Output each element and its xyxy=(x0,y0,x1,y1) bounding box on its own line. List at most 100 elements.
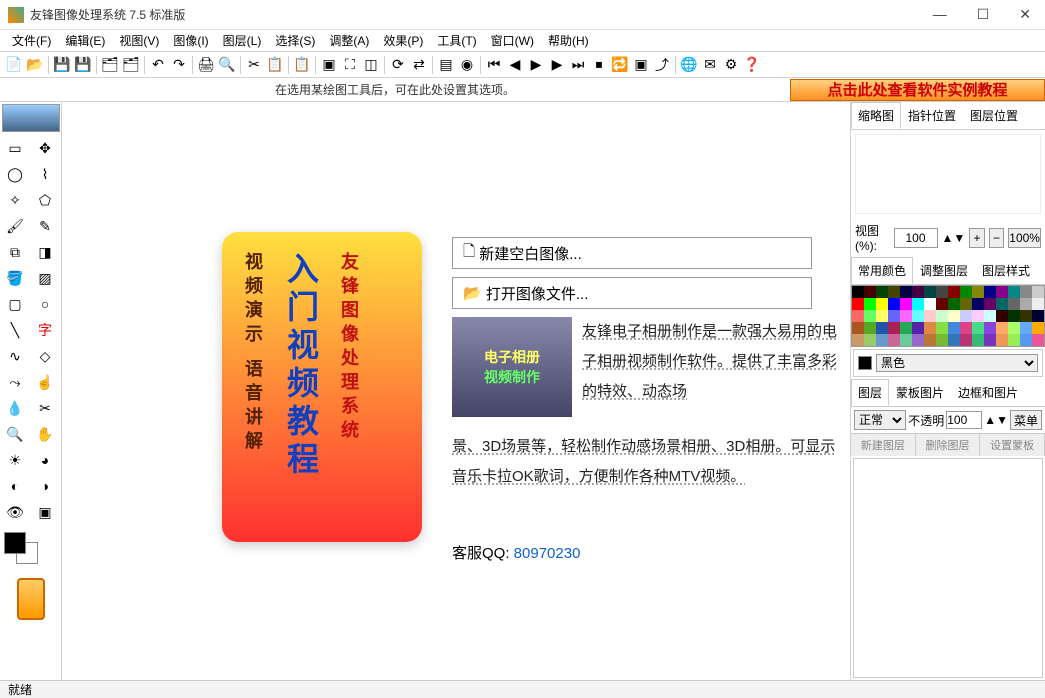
palette-swatch[interactable] xyxy=(912,298,924,310)
palette-swatch[interactable] xyxy=(1032,298,1044,310)
palette-swatch[interactable] xyxy=(936,286,948,298)
palette-swatch[interactable] xyxy=(996,322,1008,334)
palette-swatch[interactable] xyxy=(900,310,912,322)
new-icon[interactable]: 📄 xyxy=(4,55,24,75)
preview-icon[interactable]: 🔍 xyxy=(217,55,237,75)
tab-colors[interactable]: 常用颜色 xyxy=(851,257,913,284)
palette-swatch[interactable] xyxy=(1020,286,1032,298)
palette-swatch[interactable] xyxy=(900,298,912,310)
palette-swatch[interactable] xyxy=(888,322,900,334)
menu-tools[interactable]: 工具(T) xyxy=(431,30,482,51)
frame-tool[interactable]: ▣ xyxy=(32,500,58,524)
mask-icon[interactable]: ◉ xyxy=(457,55,477,75)
set-mask-button[interactable]: 设置蒙板 xyxy=(980,434,1045,456)
palette-swatch[interactable] xyxy=(948,310,960,322)
flip-icon[interactable]: ⇄ xyxy=(409,55,429,75)
eyedropper-tool[interactable]: 💧 xyxy=(2,396,28,420)
prev-icon[interactable]: ◀ xyxy=(505,55,525,75)
blur-tool[interactable]: ◕ xyxy=(32,448,58,472)
palette-swatch[interactable] xyxy=(864,298,876,310)
mail-icon[interactable]: ✉ xyxy=(700,55,720,75)
delete-layer-button[interactable]: 删除图层 xyxy=(916,434,981,456)
palette-swatch[interactable] xyxy=(984,286,996,298)
palette-swatch[interactable] xyxy=(888,310,900,322)
first-icon[interactable]: ⏮ xyxy=(484,55,504,75)
spinner-icon[interactable]: ▲▼ xyxy=(942,231,966,245)
select-ellipse-tool[interactable]: ◯ xyxy=(2,162,28,186)
menu-help[interactable]: 帮助(H) xyxy=(542,30,595,51)
export-icon[interactable]: ⤴ xyxy=(652,55,672,75)
clone-tool[interactable]: ⧉ xyxy=(2,240,28,264)
tutorial-card[interactable]: 视频演示 语音讲解 入门视频教程 友锋图像处理系统 xyxy=(222,232,422,542)
trim-icon[interactable]: ◫ xyxy=(361,55,381,75)
menu-file[interactable]: 文件(F) xyxy=(6,30,57,51)
open-image-button[interactable]: 📂 打开图像文件... xyxy=(452,277,812,309)
zoom-out-button[interactable]: − xyxy=(989,228,1005,248)
color-palette[interactable] xyxy=(851,285,1045,347)
palette-swatch[interactable] xyxy=(876,334,888,346)
help-icon[interactable]: ❓ xyxy=(742,55,762,75)
palette-swatch[interactable] xyxy=(960,322,972,334)
menu-window[interactable]: 窗口(W) xyxy=(485,30,540,51)
palette-swatch[interactable] xyxy=(1032,310,1044,322)
palette-swatch[interactable] xyxy=(972,286,984,298)
palette-swatch[interactable] xyxy=(876,322,888,334)
crop-tool[interactable]: ✂ xyxy=(32,396,58,420)
hand-tool[interactable]: ✋ xyxy=(32,422,58,446)
palette-swatch[interactable] xyxy=(1032,334,1044,346)
select-rect-tool[interactable]: ▭ xyxy=(2,136,28,160)
burn-tool[interactable]: ◑ xyxy=(32,474,58,498)
wand-tool[interactable]: ✧ xyxy=(2,188,28,212)
palette-swatch[interactable] xyxy=(996,298,1008,310)
palette-swatch[interactable] xyxy=(948,298,960,310)
color-picker[interactable] xyxy=(0,526,61,570)
blend-mode-select[interactable]: 正常 xyxy=(854,410,906,430)
palette-swatch[interactable] xyxy=(948,286,960,298)
palette-swatch[interactable] xyxy=(924,310,936,322)
redo-icon[interactable]: ↷ xyxy=(169,55,189,75)
palette-swatch[interactable] xyxy=(1008,322,1020,334)
palette-swatch[interactable] xyxy=(912,310,924,322)
lasso-tool[interactable]: ⌇ xyxy=(32,162,58,186)
tab-thumbnail[interactable]: 缩略图 xyxy=(851,102,901,129)
palette-swatch[interactable] xyxy=(960,310,972,322)
palette-swatch[interactable] xyxy=(864,310,876,322)
palette-swatch[interactable] xyxy=(972,322,984,334)
palette-swatch[interactable] xyxy=(924,334,936,346)
close-button[interactable]: ✕ xyxy=(1013,4,1037,25)
dodge-tool[interactable]: ◐ xyxy=(2,474,28,498)
palette-swatch[interactable] xyxy=(1032,322,1044,334)
palette-swatch[interactable] xyxy=(984,334,996,346)
web-icon[interactable]: 🌐 xyxy=(679,55,699,75)
save-icon[interactable]: 💾 xyxy=(52,55,72,75)
folder2-icon[interactable]: 🗂 xyxy=(121,55,141,75)
palette-swatch[interactable] xyxy=(1008,310,1020,322)
fill-tool[interactable]: 🪣 xyxy=(2,266,28,290)
last-icon[interactable]: ⏭ xyxy=(568,55,588,75)
settings-icon[interactable]: ⚙ xyxy=(721,55,741,75)
palette-swatch[interactable] xyxy=(924,298,936,310)
loop-icon[interactable]: 🔁 xyxy=(610,55,630,75)
palette-swatch[interactable] xyxy=(864,322,876,334)
tab-layers[interactable]: 图层 xyxy=(851,379,889,406)
palette-swatch[interactable] xyxy=(876,298,888,310)
palette-swatch[interactable] xyxy=(900,286,912,298)
palette-swatch[interactable] xyxy=(1008,286,1020,298)
palette-swatch[interactable] xyxy=(1008,298,1020,310)
folder-icon[interactable]: 🗂 xyxy=(100,55,120,75)
palette-swatch[interactable] xyxy=(864,334,876,346)
palette-swatch[interactable] xyxy=(972,298,984,310)
new-image-button[interactable]: 🗋 新建空白图像... xyxy=(452,237,812,269)
palette-swatch[interactable] xyxy=(984,322,996,334)
zoom-100-button[interactable]: 100% xyxy=(1008,228,1041,248)
frame-icon[interactable]: ▣ xyxy=(631,55,651,75)
palette-swatch[interactable] xyxy=(948,322,960,334)
gradient-tool[interactable]: ▨ xyxy=(32,266,58,290)
menu-edit[interactable]: 编辑(E) xyxy=(59,30,111,51)
palette-swatch[interactable] xyxy=(948,334,960,346)
color-name-select[interactable]: 黑色 xyxy=(876,354,1038,372)
palette-swatch[interactable] xyxy=(852,298,864,310)
tab-pointer-pos[interactable]: 指针位置 xyxy=(901,102,963,129)
next-icon[interactable]: ▶ xyxy=(547,55,567,75)
palette-swatch[interactable] xyxy=(900,334,912,346)
